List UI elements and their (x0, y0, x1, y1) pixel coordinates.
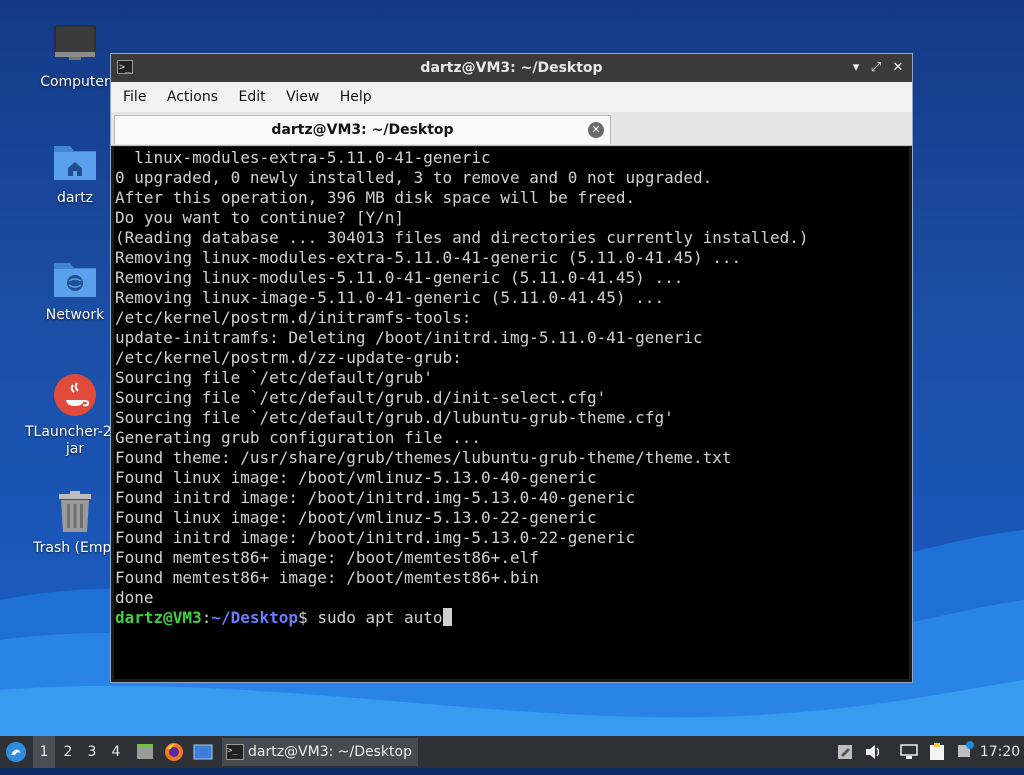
terminal-line: After this operation, 396 MB disk space … (115, 188, 636, 207)
clipboard-icon (930, 743, 944, 760)
terminal-line: /etc/kernel/postrm.d/zz-update-grub: (115, 348, 462, 367)
desktop: Computer dartz Network TLauncher-2.8 jar… (0, 0, 1024, 736)
close-button[interactable]: ✕ (888, 54, 908, 82)
terminal-line: Found theme: /usr/share/grub/themes/lubu… (115, 448, 732, 467)
network-icon (900, 744, 918, 759)
tray-network[interactable] (898, 736, 920, 768)
terminal-line: update-initramfs: Deleting /boot/initrd.… (115, 328, 703, 347)
menu-actions[interactable]: Actions (159, 82, 226, 112)
update-notifier-icon (958, 741, 974, 757)
network-folder-icon (51, 255, 99, 303)
tray-updates[interactable] (954, 736, 976, 768)
java-icon (51, 372, 99, 420)
workspace-4[interactable]: 4 (105, 736, 127, 768)
lubuntu-logo-icon (6, 742, 26, 762)
menu-bar: File Actions Edit View Help (111, 82, 912, 112)
home-folder-icon (51, 138, 99, 186)
window-titlebar[interactable]: >_ dartz@VM3: ~/Desktop ▾ ⤢ ✕ (111, 54, 912, 82)
terminal-line: Found initrd image: /boot/initrd.img-5.1… (115, 488, 636, 507)
file-manager-launcher[interactable] (134, 736, 156, 768)
terminal-line: 0 upgraded, 0 newly installed, 3 to remo… (115, 168, 713, 187)
menu-file[interactable]: File (115, 82, 154, 112)
terminal-icon: >_ (117, 60, 133, 74)
show-desktop-button[interactable] (192, 736, 214, 768)
volume-icon (866, 745, 880, 759)
terminal-line: Sourcing file `/etc/default/grub.d/lubun… (115, 408, 674, 427)
workspace-3[interactable]: 3 (81, 736, 103, 768)
terminal-line: Found memtest86+ image: /boot/memtest86+… (115, 568, 539, 587)
terminal-tab[interactable]: dartz@VM3: ~/Desktop ✕ (114, 115, 611, 144)
start-menu-button[interactable] (4, 736, 28, 768)
terminal-icon: >_ (226, 744, 244, 760)
firefox-launcher[interactable] (163, 736, 185, 768)
menu-help[interactable]: Help (332, 82, 380, 112)
terminal-line: Sourcing file `/etc/default/grub.d/init-… (115, 388, 607, 407)
text-cursor (442, 608, 452, 626)
workspace-1[interactable]: 1 (33, 736, 55, 768)
prompt-line[interactable]: dartz@VM3:~/Desktop$ sudo apt auto (114, 608, 909, 628)
terminal-lines: linux-modules-extra-5.11.0-41-generic 0 u… (114, 147, 909, 608)
terminal-line: Sourcing file `/etc/default/grub' (115, 368, 433, 387)
prompt-user-host: dartz@VM3 (115, 608, 202, 627)
file-manager-icon (137, 744, 153, 759)
computer-icon (51, 22, 99, 70)
tab-title: dartz@VM3: ~/Desktop (271, 122, 454, 138)
volume-control[interactable] (862, 736, 884, 768)
trash-icon (51, 488, 99, 536)
prompt-path: ~/Desktop (211, 608, 299, 627)
terminal-line: Removing linux-image-5.11.0-41-generic (… (115, 288, 665, 307)
desktop-icon (193, 744, 213, 760)
terminal-window[interactable]: >_ dartz@VM3: ~/Desktop ▾ ⤢ ✕ File Actio… (110, 53, 913, 683)
prompt-symbol: $ (298, 608, 318, 627)
terminal-line: Do you want to continue? [Y/n] (115, 208, 404, 227)
tray-notes[interactable] (834, 736, 856, 768)
terminal-output[interactable]: linux-modules-extra-5.11.0-41-generic 0 u… (114, 147, 909, 679)
workspace-2[interactable]: 2 (57, 736, 79, 768)
taskbar: 1 2 3 4 >_ dartz@VM3: ~/Desktop 17:20 (0, 736, 1024, 768)
notes-icon (838, 745, 852, 759)
prompt-separator: : (201, 608, 212, 627)
terminal-line: (Reading database ... 304013 files and d… (115, 228, 809, 247)
maximize-button[interactable]: ⤢ (866, 54, 886, 82)
menu-view[interactable]: View (278, 82, 327, 112)
terminal-line: Removing linux-modules-5.11.0-41-generic… (115, 268, 684, 287)
terminal-line: Found memtest86+ image: /boot/memtest86+… (115, 548, 539, 567)
terminal-line: Found initrd image: /boot/initrd.img-5.1… (115, 528, 636, 547)
terminal-line: Removing linux-modules-extra-5.11.0-41-g… (115, 248, 742, 267)
taskbar-window-title: dartz@VM3: ~/Desktop (248, 744, 412, 760)
taskbar-window-terminal[interactable]: >_ dartz@VM3: ~/Desktop (222, 738, 418, 766)
terminal-line: /etc/kernel/postrm.d/initramfs-tools: (115, 308, 472, 327)
menu-edit[interactable]: Edit (230, 82, 273, 112)
terminal-line: Found linux image: /boot/vmlinuz-5.13.0-… (115, 508, 597, 527)
command-input[interactable]: sudo apt auto (317, 608, 442, 627)
clock[interactable]: 17:20 (978, 736, 1022, 768)
firefox-icon (165, 743, 183, 761)
minimize-button[interactable]: ▾ (846, 54, 866, 82)
window-title: dartz@VM3: ~/Desktop (420, 60, 603, 76)
tab-bar: dartz@VM3: ~/Desktop ✕ (111, 112, 912, 146)
tab-close-icon[interactable]: ✕ (588, 122, 604, 138)
terminal-line: done (115, 588, 154, 607)
terminal-line: Found linux image: /boot/vmlinuz-5.13.0-… (115, 468, 597, 487)
tray-clipboard[interactable] (926, 736, 948, 768)
terminal-line: Generating grub configuration file ... (115, 428, 482, 447)
terminal-line: linux-modules-extra-5.11.0-41-generic (115, 148, 491, 167)
